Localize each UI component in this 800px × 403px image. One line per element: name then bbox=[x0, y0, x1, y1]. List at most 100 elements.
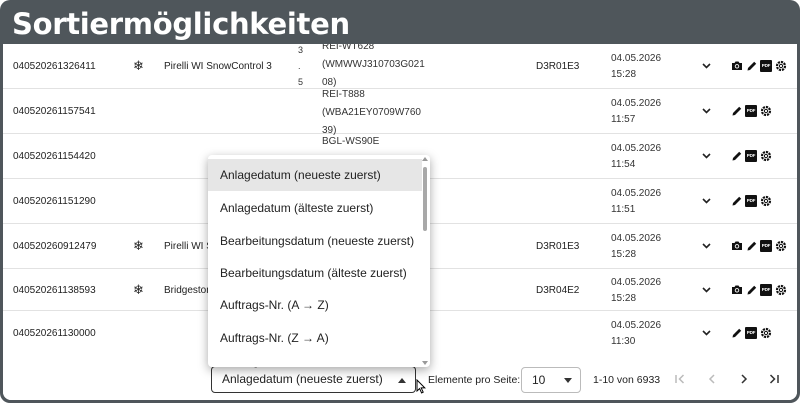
row-actions: PDF bbox=[730, 104, 772, 117]
chevron-down-icon[interactable] bbox=[699, 283, 713, 297]
items-per-page-label: Elemente pro Seite: bbox=[428, 374, 521, 386]
tire-name: Pirelli WI S bbox=[164, 241, 213, 252]
pdf-icon[interactable]: PDF bbox=[745, 194, 757, 207]
tire-count: 3.5 bbox=[298, 45, 304, 87]
vehicle-plate: BGL-WS90E bbox=[322, 133, 379, 151]
snowflake-icon: ❄ bbox=[133, 238, 144, 253]
order-number: 040520261151290 bbox=[13, 196, 96, 207]
pencil-icon[interactable] bbox=[730, 149, 743, 162]
tire-name: Bridgeston bbox=[164, 285, 212, 296]
tire-count-a: 3 bbox=[298, 45, 304, 55]
storage-location: D3R01E3 bbox=[536, 241, 580, 252]
time: 11:54 bbox=[611, 159, 636, 170]
table-footer: Sortierung Anlagedatum (neueste zuerst) … bbox=[3, 360, 797, 400]
table-row[interactable]: 040520261157541 REI-T888 (WBA21EY0709W760… bbox=[3, 89, 797, 136]
camera-icon[interactable] bbox=[730, 59, 743, 72]
created-datetime: 04.05.2026 11:54 bbox=[611, 141, 661, 173]
items-per-page-select[interactable]: 10 bbox=[521, 367, 581, 393]
caret-up-icon bbox=[398, 378, 406, 383]
time: 11:30 bbox=[611, 336, 636, 347]
scroll-down-icon[interactable] bbox=[422, 361, 428, 365]
time: 15:28 bbox=[611, 69, 637, 80]
created-datetime: 04.05.2026 15:28 bbox=[611, 231, 661, 263]
settings-icon[interactable] bbox=[759, 149, 772, 162]
date: 04.05.2026 bbox=[611, 188, 662, 199]
sort-selected-value: Anlagedatum (neueste zuerst) bbox=[222, 372, 383, 386]
order-number: 040520261326411 bbox=[13, 61, 96, 72]
vin-line: (WMWWJ310703G021 bbox=[322, 59, 425, 70]
pdf-icon[interactable]: PDF bbox=[745, 104, 757, 117]
pdf-icon[interactable]: PDF bbox=[745, 326, 757, 339]
sort-option[interactable]: Bearbeitungsdatum (älteste zuerst) bbox=[208, 257, 422, 289]
order-number: 040520261154420 bbox=[13, 151, 96, 162]
plate-line: REI-WT628 bbox=[322, 44, 375, 52]
pdf-icon[interactable]: PDF bbox=[745, 149, 757, 162]
snowflake-icon: ❄ bbox=[133, 58, 144, 73]
time: 11:51 bbox=[611, 204, 636, 215]
sort-option[interactable]: Anlagedatum (neueste zuerst) bbox=[208, 159, 422, 191]
order-number: 040520261157541 bbox=[13, 106, 96, 117]
order-number: 040520261130000 bbox=[13, 328, 96, 339]
sort-select[interactable]: Sortierung Anlagedatum (neueste zuerst) bbox=[211, 360, 416, 393]
sort-option[interactable]: Auftrags-Nr. (A → Z) bbox=[208, 289, 422, 321]
sort-option[interactable]: Auftrags-Nr. (Z → A) bbox=[208, 322, 422, 354]
last-page-icon[interactable] bbox=[766, 371, 782, 387]
pdf-icon[interactable]: PDF bbox=[760, 59, 772, 72]
pencil-icon[interactable] bbox=[745, 283, 758, 296]
date: 04.05.2026 bbox=[611, 98, 662, 109]
order-number: 040520261138593 bbox=[13, 285, 96, 296]
pencil-icon[interactable] bbox=[730, 194, 743, 207]
created-datetime: 04.05.2026 11:51 bbox=[611, 186, 661, 218]
items-per-page-value: 10 bbox=[532, 373, 546, 387]
scroll-up-icon[interactable] bbox=[422, 157, 428, 161]
settings-icon[interactable] bbox=[759, 194, 772, 207]
chevron-down-icon[interactable] bbox=[699, 149, 713, 163]
sort-option[interactable]: Bearbeitungsdatum (neueste zuerst) bbox=[208, 225, 422, 257]
previous-page-icon[interactable] bbox=[704, 371, 720, 387]
settings-icon[interactable] bbox=[774, 283, 787, 296]
time: 15:28 bbox=[611, 293, 637, 304]
date: 04.05.2026 bbox=[611, 320, 662, 331]
pagination-range: 1-10 von 6933 bbox=[593, 374, 661, 386]
vehicle-plate: REI-WT628 (WMWWJ310703G021 08) bbox=[322, 44, 425, 92]
chevron-down-icon[interactable] bbox=[699, 194, 713, 208]
table-row[interactable]: 040520261326411 ❄ Pirelli WI SnowControl… bbox=[3, 44, 797, 89]
camera-icon[interactable] bbox=[730, 283, 743, 296]
first-page-icon[interactable] bbox=[672, 371, 688, 387]
time: 15:28 bbox=[611, 249, 637, 260]
created-datetime: 04.05.2026 11:30 bbox=[611, 318, 661, 350]
app-frame: Sortiermöglichkeiten 040520261326411 ❄ P… bbox=[0, 0, 800, 403]
created-datetime: 04.05.2026 15:28 bbox=[611, 275, 661, 307]
settings-icon[interactable] bbox=[759, 104, 772, 117]
chevron-down-icon[interactable] bbox=[699, 104, 713, 118]
row-actions: PDF bbox=[730, 59, 787, 72]
pencil-icon[interactable] bbox=[730, 104, 743, 117]
pencil-icon[interactable] bbox=[745, 59, 758, 72]
plate-line: REI-T888 bbox=[322, 89, 365, 100]
row-actions: PDF bbox=[730, 194, 772, 207]
scrollbar-thumb[interactable] bbox=[423, 167, 427, 231]
chevron-down-icon[interactable] bbox=[699, 326, 713, 340]
camera-icon[interactable] bbox=[730, 239, 743, 252]
chevron-down-icon[interactable] bbox=[699, 239, 713, 253]
settings-icon[interactable] bbox=[774, 239, 787, 252]
pencil-icon[interactable] bbox=[745, 239, 758, 252]
vehicle-plate: REI-T888 (WBA21EY0709W760 39) bbox=[322, 86, 421, 140]
pdf-icon[interactable]: PDF bbox=[760, 239, 772, 252]
sort-option[interactable]: Anlagedatum (älteste zuerst) bbox=[208, 192, 422, 224]
storage-location: D3R04E2 bbox=[536, 285, 580, 296]
pdf-icon[interactable]: PDF bbox=[760, 283, 772, 296]
menu-scrollbar[interactable] bbox=[422, 157, 428, 365]
snowflake-icon: ❄ bbox=[133, 282, 144, 297]
tire-name: Pirelli WI SnowControl 3 bbox=[164, 61, 272, 72]
settings-icon[interactable] bbox=[774, 59, 787, 72]
date: 04.05.2026 bbox=[611, 277, 662, 288]
settings-icon[interactable] bbox=[759, 326, 772, 339]
tire-count-b: 5 bbox=[298, 77, 304, 87]
date: 04.05.2026 bbox=[611, 143, 662, 154]
pencil-icon[interactable] bbox=[730, 326, 743, 339]
chevron-down-icon[interactable] bbox=[699, 59, 713, 73]
row-actions: PDF bbox=[730, 326, 772, 339]
mouse-cursor-icon bbox=[416, 378, 426, 399]
next-page-icon[interactable] bbox=[736, 371, 752, 387]
